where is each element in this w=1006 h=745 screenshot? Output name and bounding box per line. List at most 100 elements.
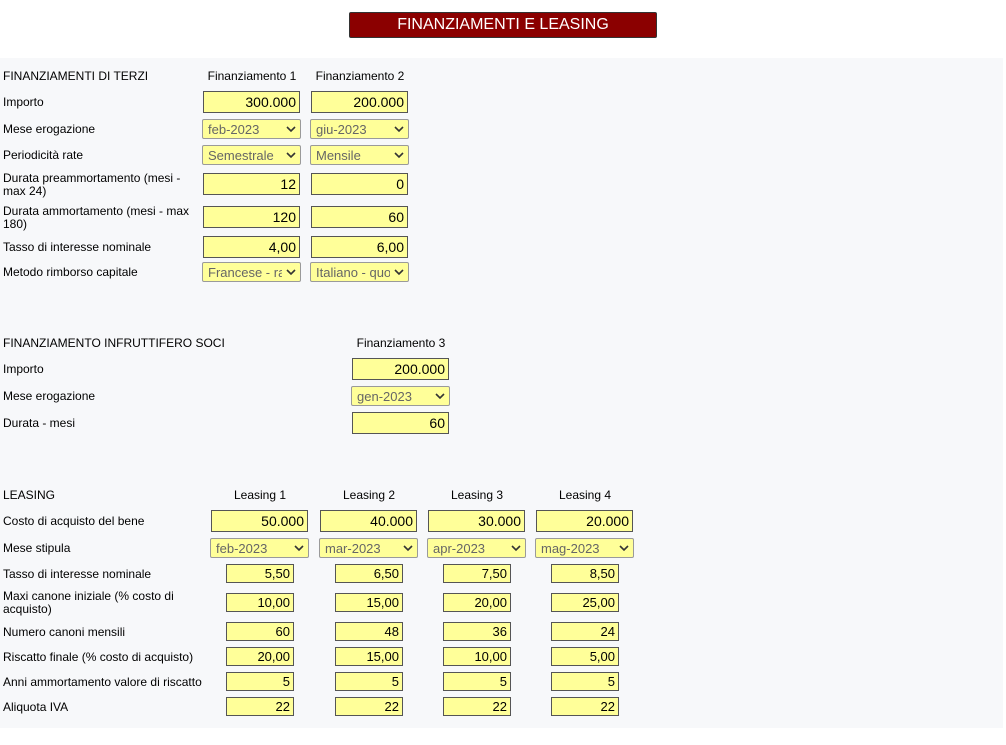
chevron-down-icon (403, 545, 413, 552)
f2-ammortamento-input[interactable] (311, 206, 408, 228)
l2-costo-input[interactable] (320, 510, 417, 532)
chevron-down-icon (511, 545, 521, 552)
label-maxi-canone-line1: Maxi canone iniziale (% costo di (3, 589, 174, 603)
l1-tasso-input[interactable] (226, 564, 294, 583)
label-periodicita: Periodicità rate (3, 148, 84, 162)
label-mese-erogazione: Mese erogazione (3, 122, 96, 136)
f2-metodo-value: Italiano - quo (316, 265, 390, 280)
column-header-leasing-3: Leasing 3 (450, 488, 504, 502)
section-label-leasing: LEASING (3, 488, 56, 502)
label-ammortamento-line1: Durata ammortamento (mesi - max (3, 204, 190, 218)
l1-iva-input[interactable] (226, 697, 294, 716)
column-header-leasing-2: Leasing 2 (342, 488, 396, 502)
l2-iva-input[interactable] (335, 697, 403, 716)
label-numero-canoni: Numero canoni mensili (3, 625, 126, 639)
l1-anni-input[interactable] (226, 672, 294, 691)
l3-maxi-input[interactable] (443, 593, 511, 612)
l3-iva-input[interactable] (443, 697, 511, 716)
f2-periodicita-select[interactable]: Mensile (310, 145, 409, 165)
label-ammortamento-line2: 180) (3, 217, 28, 231)
l4-tasso-input[interactable] (551, 564, 619, 583)
l3-riscatto-input[interactable] (443, 647, 511, 666)
label-soci-importo: Importo (3, 362, 44, 376)
label-importo: Importo (3, 95, 44, 109)
l4-costo-input[interactable] (536, 510, 633, 532)
f1-metodo-value: Francese - ra (208, 265, 282, 280)
f2-mese-select[interactable]: giu-2023 (310, 119, 409, 139)
label-costo-acquisto: Costo di acquisto del bene (3, 514, 145, 528)
l2-stipula-select[interactable]: mar-2023 (319, 538, 418, 558)
chevron-down-icon (286, 152, 296, 159)
l3-canoni-input[interactable] (443, 622, 511, 641)
l4-riscatto-input[interactable] (551, 647, 619, 666)
l2-tasso-input[interactable] (335, 564, 403, 583)
l3-tasso-input[interactable] (443, 564, 511, 583)
f1-preammortamento-input[interactable] (203, 173, 300, 195)
f1-importo-input[interactable] (203, 91, 300, 113)
l2-maxi-input[interactable] (335, 593, 403, 612)
l4-stipula-select[interactable]: mag-2023 (535, 538, 634, 558)
l4-stipula-value: mag-2023 (541, 541, 600, 556)
l4-anni-input[interactable] (551, 672, 619, 691)
l4-canoni-input[interactable] (551, 622, 619, 641)
f2-periodicita-value: Mensile (316, 148, 361, 163)
f1-mese-value: feb-2023 (208, 122, 260, 137)
l3-costo-input[interactable] (428, 510, 525, 532)
l4-iva-input[interactable] (551, 697, 619, 716)
f1-tasso-input[interactable] (203, 236, 300, 258)
label-anni-ammortamento: Anni ammortamento valore di riscatto (3, 675, 202, 689)
label-riscatto-finale: Riscatto finale (% costo di acquisto) (3, 650, 194, 664)
column-header-leasing-1: Leasing 1 (233, 488, 287, 502)
l2-anni-input[interactable] (335, 672, 403, 691)
chevron-down-icon (294, 545, 304, 552)
f1-metodo-select[interactable]: Francese - ra (202, 262, 301, 282)
label-mese-stipula: Mese stipula (3, 541, 71, 555)
section-label-terzi: FINANZIAMENTI DI TERZI (3, 69, 149, 83)
l2-canoni-input[interactable] (335, 622, 403, 641)
label-leasing-tasso: Tasso di interesse nominale (3, 567, 152, 581)
label-preammortamento-line1: Durata preammortamento (mesi - (3, 171, 181, 185)
f2-importo-input[interactable] (311, 91, 408, 113)
chevron-down-icon (619, 545, 629, 552)
chevron-down-icon (435, 393, 445, 400)
f1-mese-select[interactable]: feb-2023 (202, 119, 301, 139)
f3-mese-value: gen-2023 (357, 389, 412, 404)
chevron-down-icon (394, 269, 404, 276)
l1-stipula-value: feb-2023 (216, 541, 268, 556)
f1-periodicita-value: Semestrale (208, 148, 274, 163)
column-header-finanziamento-1: Finanziamento 1 (207, 69, 297, 83)
chevron-down-icon (394, 152, 404, 159)
column-header-leasing-4: Leasing 4 (558, 488, 612, 502)
f2-metodo-select[interactable]: Italiano - quo (310, 262, 409, 282)
l2-stipula-value: mar-2023 (325, 541, 381, 556)
column-header-finanziamento-3: Finanziamento 3 (356, 336, 446, 350)
l1-maxi-input[interactable] (226, 593, 294, 612)
label-soci-durata: Durata - mesi (3, 416, 76, 430)
label-metodo-rimborso: Metodo rimborso capitale (3, 265, 138, 279)
label-soci-mese: Mese erogazione (3, 389, 96, 403)
f1-ammortamento-input[interactable] (203, 206, 300, 228)
f2-mese-value: giu-2023 (316, 122, 367, 137)
l1-riscatto-input[interactable] (226, 647, 294, 666)
label-maxi-canone-line2: acquisto) (3, 602, 52, 616)
l3-anni-input[interactable] (443, 672, 511, 691)
l1-costo-input[interactable] (211, 510, 308, 532)
f3-durata-input[interactable] (352, 412, 449, 434)
l2-riscatto-input[interactable] (335, 647, 403, 666)
l1-canoni-input[interactable] (226, 622, 294, 641)
f3-importo-input[interactable] (352, 358, 449, 380)
chevron-down-icon (286, 126, 296, 133)
chevron-down-icon (286, 269, 296, 276)
l3-stipula-select[interactable]: apr-2023 (427, 538, 526, 558)
page-title: FINANZIAMENTI E LEASING (349, 12, 657, 38)
f2-tasso-input[interactable] (311, 236, 408, 258)
label-tasso: Tasso di interesse nominale (3, 240, 152, 254)
f3-mese-select[interactable]: gen-2023 (351, 386, 450, 406)
f2-preammortamento-input[interactable] (311, 173, 408, 195)
l1-stipula-select[interactable]: feb-2023 (210, 538, 309, 558)
l4-maxi-input[interactable] (551, 593, 619, 612)
chevron-down-icon (394, 126, 404, 133)
column-header-finanziamento-2: Finanziamento 2 (315, 69, 405, 83)
f1-periodicita-select[interactable]: Semestrale (202, 145, 301, 165)
label-preammortamento-line2: max 24) (3, 184, 47, 198)
